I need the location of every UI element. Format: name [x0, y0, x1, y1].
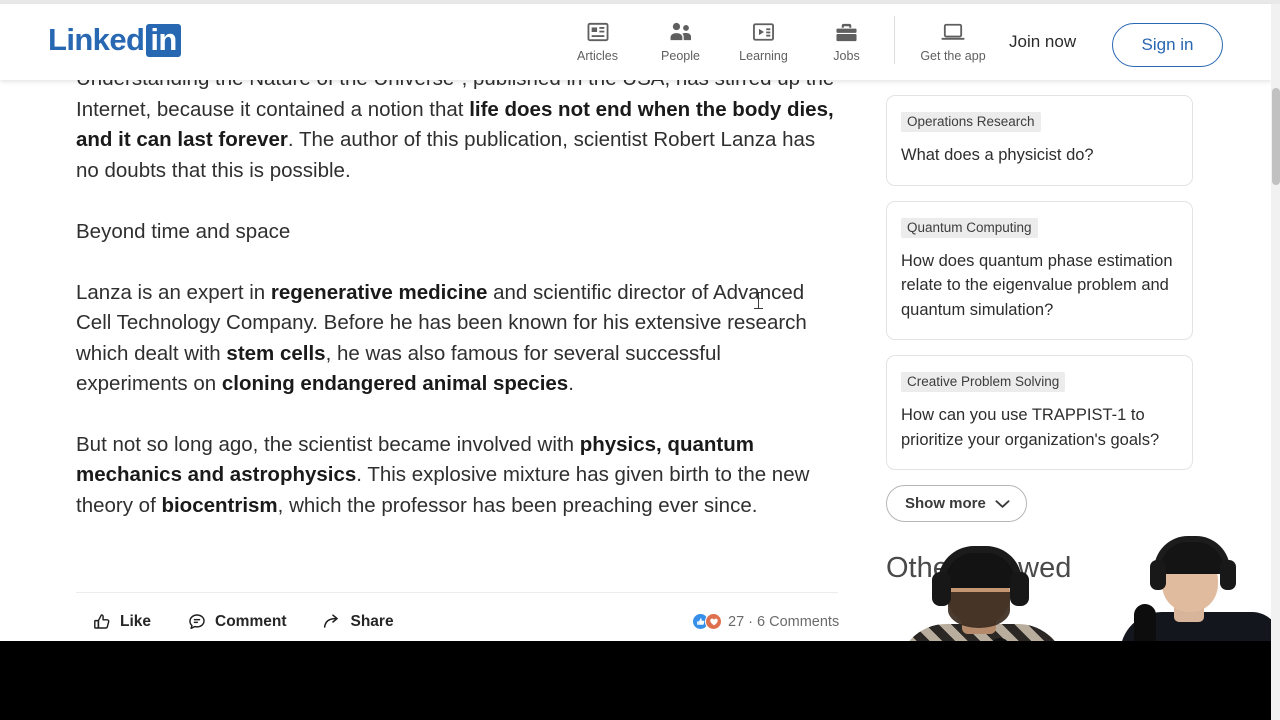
page-scrollbar-thumb[interactable] [1271, 88, 1280, 185]
linkedin-header: Linked in Articles People Learning Jobs … [0, 4, 1271, 80]
linkedin-logo[interactable]: Linked in [48, 22, 181, 58]
like-label: Like [120, 613, 152, 630]
p2-bold-2: stem cells [226, 341, 326, 365]
reaction-count-label: 27 · 6 Comments [728, 613, 840, 630]
article-paragraph-3: But not so long ago, the scientist becam… [76, 430, 838, 522]
laptop-icon [940, 20, 966, 44]
video-letterbox-bar [0, 641, 1280, 720]
nav-item-learning[interactable]: Learning [722, 16, 805, 63]
join-now-link[interactable]: Join now [1009, 32, 1076, 52]
browser-screen: Linked in Articles People Learning Jobs … [0, 0, 1280, 720]
article-paragraph-2: Lanza is an expert in regenerative medic… [76, 278, 838, 400]
card-question: How does quantum phase estimation relate… [901, 251, 1173, 319]
suggested-card[interactable]: Operations Research What does a physicis… [886, 95, 1193, 186]
article-paragraph-1: Understanding the Nature of the Universe… [76, 80, 838, 186]
nav-label-people: People [661, 49, 700, 63]
header-nav: Articles People Learning Jobs Get the ap… [556, 16, 1005, 64]
show-more-button[interactable]: Show more [886, 485, 1027, 522]
comment-icon [187, 612, 207, 632]
right-rail: Operations Research What does a physicis… [886, 95, 1193, 585]
nav-label-articles: Articles [577, 49, 618, 63]
show-more-label: Show more [905, 495, 986, 512]
page-content: Understanding the Nature of the Universe… [0, 80, 1271, 641]
p3-text-3: , which the professor has been preaching… [277, 493, 758, 517]
card-tag: Quantum Computing [901, 217, 1038, 238]
sign-in-button[interactable]: Sign in [1112, 23, 1223, 67]
nav-item-articles[interactable]: Articles [556, 16, 639, 63]
share-arrow-icon [323, 612, 343, 632]
jobs-icon [835, 20, 858, 44]
card-tag: Creative Problem Solving [901, 372, 1066, 392]
logo-badge: in [146, 23, 181, 57]
comment-button[interactable]: Comment [187, 612, 287, 632]
p2-text-1: Lanza is an expert in [76, 280, 271, 304]
chevron-down-icon [995, 499, 1010, 509]
social-action-bar: Like Comment Share 27 · 6 Comments [92, 612, 854, 632]
articles-icon [587, 20, 609, 44]
nav-label-get-the-app: Get the app [920, 49, 986, 63]
logo-word: Linked [48, 22, 145, 57]
reaction-heart-icon [705, 613, 722, 630]
people-icon [669, 20, 693, 44]
nav-label-jobs: Jobs [833, 49, 860, 63]
p3-text-1: But not so long ago, the scientist becam… [76, 432, 580, 456]
p2-bold-1: regenerative medicine [270, 280, 488, 304]
suggested-card[interactable]: Creative Problem Solving How can you use… [886, 355, 1193, 470]
share-label: Share [350, 613, 394, 630]
card-tag: Operations Research [901, 112, 1041, 132]
suggested-card[interactable]: Quantum Computing How does quantum phase… [886, 200, 1193, 340]
p3-bold-2: biocentrism [161, 493, 278, 517]
p2-text-4: . [568, 372, 574, 395]
nav-item-jobs[interactable]: Jobs [805, 16, 888, 63]
thumbs-up-icon [92, 612, 112, 632]
others-viewed-heading: Others viewed [886, 552, 1072, 584]
p2-bold-3: cloning endangered animal species [221, 372, 569, 395]
reaction-summary[interactable]: 27 · 6 Comments [692, 613, 839, 630]
article-subheading: Beyond time and space [76, 220, 291, 243]
like-button[interactable]: Like [92, 612, 151, 632]
nav-label-learning: Learning [739, 49, 788, 63]
nav-divider [894, 16, 895, 64]
nav-item-get-the-app[interactable]: Get the app [901, 16, 1005, 63]
share-button[interactable]: Share [323, 612, 394, 632]
comment-label: Comment [215, 613, 287, 630]
article-body: Understanding the Nature of the Universe… [76, 80, 838, 551]
article-divider [76, 592, 838, 593]
learning-icon [752, 20, 775, 44]
card-question: How can you use TRAPPIST-1 to prioritize… [901, 406, 1160, 449]
nav-item-people[interactable]: People [639, 16, 722, 63]
card-question: What does a physicist do? [901, 146, 1094, 164]
